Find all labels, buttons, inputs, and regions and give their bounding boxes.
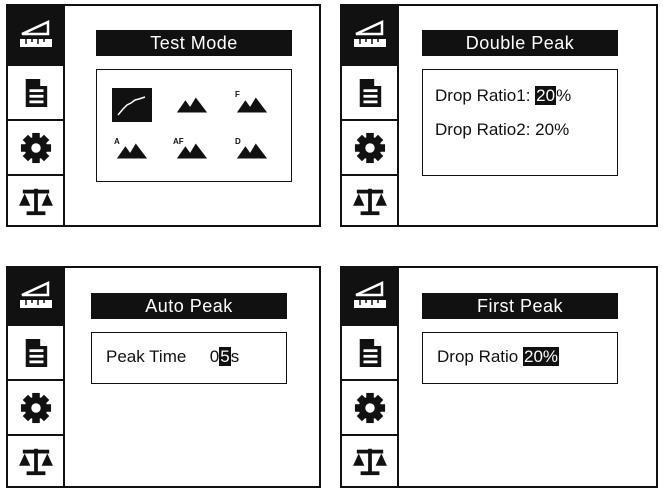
sidebar-measure-button[interactable] xyxy=(342,6,397,64)
sidebar-settings-button[interactable] xyxy=(342,119,397,174)
mode-label: A xyxy=(114,137,120,146)
drop-ratio-row: Drop Ratio 20% xyxy=(437,347,560,367)
sidebar-settings-button[interactable] xyxy=(8,379,63,434)
peak-icon xyxy=(235,95,269,115)
peak-time-cursor-digit[interactable]: 5 xyxy=(219,347,231,366)
measure-icon xyxy=(16,281,56,311)
sidebar-settings-button[interactable] xyxy=(342,379,397,434)
measure-icon xyxy=(16,20,56,50)
sidebar-measure-button[interactable] xyxy=(8,268,63,324)
sidebar-measure-button[interactable] xyxy=(8,6,63,64)
mode-peak-option[interactable] xyxy=(172,88,212,122)
sidebar-document-button[interactable] xyxy=(342,324,397,379)
sidebar-scale-button[interactable] xyxy=(342,174,397,225)
drop-ratio2-value[interactable]: 20% xyxy=(535,120,569,139)
sidebar-document-button[interactable] xyxy=(8,324,63,379)
scale-icon xyxy=(17,445,55,477)
first-peak-screen: First Peak Drop Ratio 20% xyxy=(340,266,658,488)
sidebar-scale-button[interactable] xyxy=(342,434,397,486)
sidebar-document-button[interactable] xyxy=(8,64,63,119)
auto-peak-screen: Auto Peak Peak Time 05s xyxy=(6,266,321,488)
curve-icon xyxy=(115,91,149,119)
measure-icon xyxy=(350,281,390,311)
mode-label: D xyxy=(235,137,241,146)
drop-ratio-label: Drop Ratio xyxy=(437,347,519,366)
sidebar-scale-button[interactable] xyxy=(8,174,63,225)
peak-icon xyxy=(115,141,149,161)
sidebar xyxy=(342,6,399,225)
double-peak-screen: Double Peak Drop Ratio1: 20% Drop Ratio2… xyxy=(340,4,658,227)
gear-icon xyxy=(354,392,386,424)
sidebar xyxy=(8,268,65,486)
drop-ratio2-label: Drop Ratio2: xyxy=(435,120,531,139)
mode-auto-peak-option[interactable]: A xyxy=(112,134,152,168)
drop-ratio1-label: Drop Ratio1: xyxy=(435,86,531,105)
sidebar-scale-button[interactable] xyxy=(8,434,63,486)
test-mode-screen: Test Mode F A AF D xyxy=(6,4,321,227)
peak-time-value[interactable]: 05s xyxy=(210,347,239,366)
page-title: Test Mode xyxy=(96,30,292,56)
drop-ratio1-row: Drop Ratio1: 20% xyxy=(435,86,571,106)
peak-time-prefix: 0 xyxy=(209,347,220,366)
peak-icon xyxy=(175,95,209,115)
gear-icon xyxy=(20,132,52,164)
drop-ratio1-unit: % xyxy=(556,86,572,105)
mode-selection-panel: F A AF D xyxy=(96,69,292,182)
sidebar xyxy=(342,268,399,486)
drop-ratio2-row: Drop Ratio2: 20% xyxy=(435,120,569,140)
scale-icon xyxy=(351,445,389,477)
drop-ratio1-value[interactable]: 20 xyxy=(535,86,557,105)
document-icon xyxy=(22,337,50,369)
sidebar-settings-button[interactable] xyxy=(8,119,63,174)
page-title: First Peak xyxy=(422,293,618,319)
gear-icon xyxy=(20,392,52,424)
gear-icon xyxy=(354,132,386,164)
scale-icon xyxy=(351,185,389,217)
sidebar-document-button[interactable] xyxy=(342,64,397,119)
settings-panel: Drop Ratio 20% xyxy=(422,332,618,384)
mode-curve-option[interactable] xyxy=(112,88,152,122)
drop-ratio-value[interactable]: 20% xyxy=(523,347,560,366)
mode-auto-first-peak-option[interactable]: AF xyxy=(172,134,212,168)
scale-icon xyxy=(17,185,55,217)
mode-label: F xyxy=(235,90,240,99)
document-icon xyxy=(356,337,384,369)
settings-panel: Drop Ratio1: 20% Drop Ratio2: 20% xyxy=(422,69,618,176)
peak-time-label: Peak Time xyxy=(106,347,187,366)
document-icon xyxy=(22,77,50,109)
page-title: Double Peak xyxy=(422,30,618,56)
sidebar xyxy=(8,6,65,225)
mode-double-peak-option[interactable]: D xyxy=(232,134,272,168)
mode-label: AF xyxy=(173,137,184,146)
peak-time-unit: s xyxy=(230,347,240,366)
page-title: Auto Peak xyxy=(91,293,287,319)
mode-first-peak-option[interactable]: F xyxy=(232,88,272,122)
sidebar-measure-button[interactable] xyxy=(342,268,397,324)
peak-time-row: Peak Time 05s xyxy=(106,347,239,367)
document-icon xyxy=(356,77,384,109)
settings-panel: Peak Time 05s xyxy=(91,332,287,384)
measure-icon xyxy=(350,20,390,50)
